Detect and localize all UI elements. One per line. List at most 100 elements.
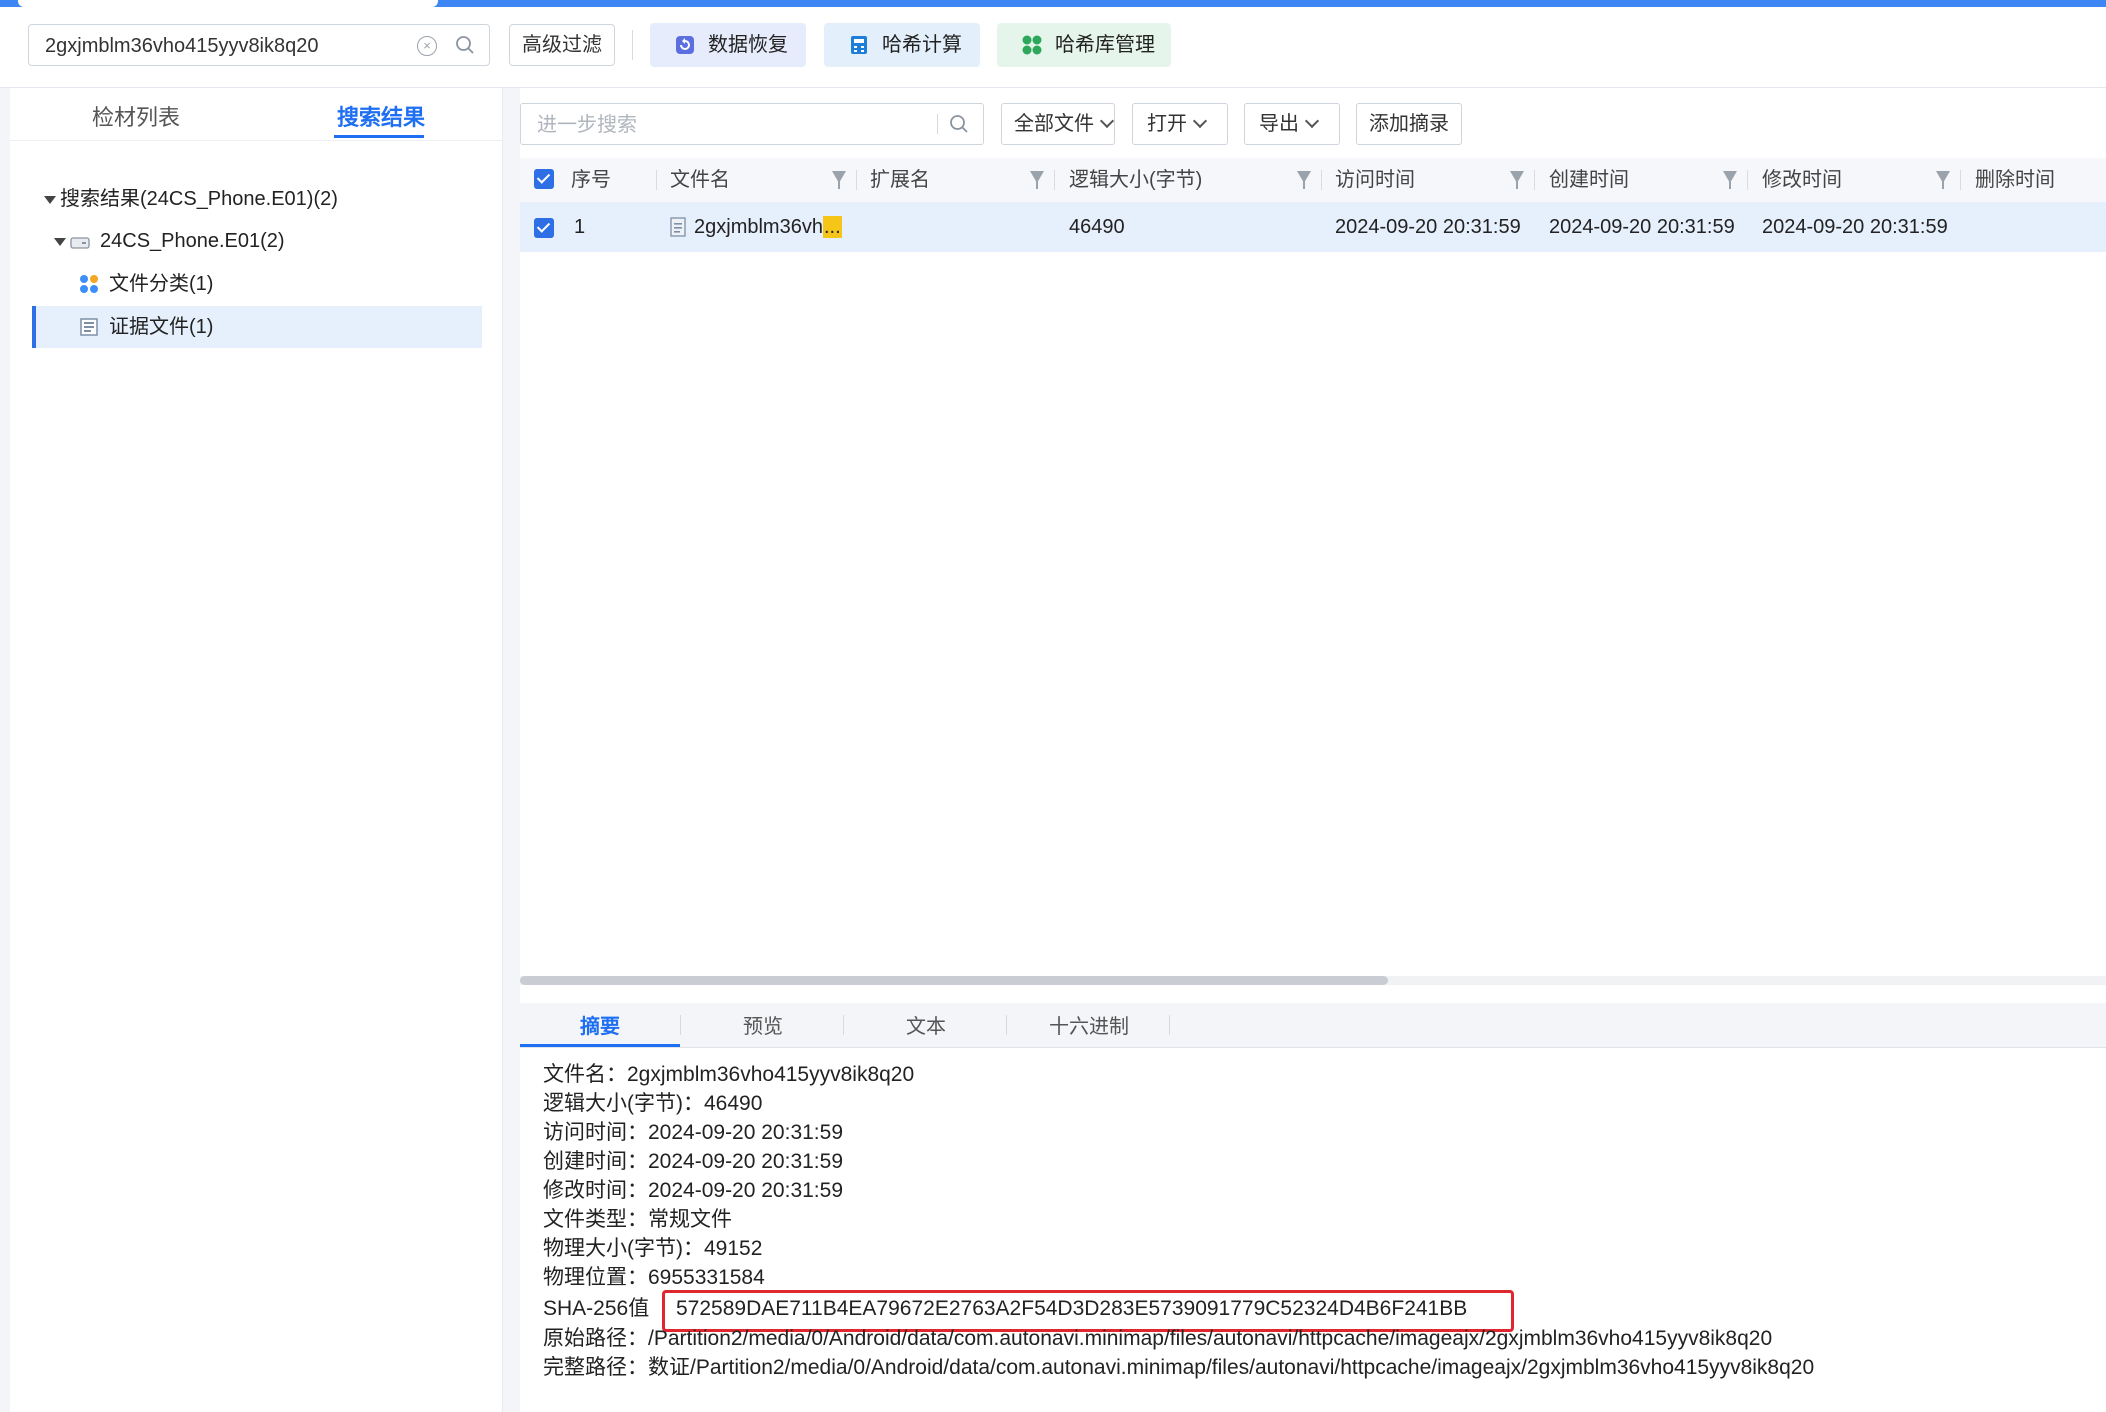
tree-selection-bar: [32, 306, 36, 348]
expand-caret-icon[interactable]: [44, 196, 56, 204]
search-icon[interactable]: [949, 114, 969, 134]
tree-node-file-category[interactable]: 文件分类(1): [109, 268, 213, 300]
hash-library-label: 哈希库管理: [1055, 34, 1155, 56]
open-menu-button[interactable]: 打开: [1132, 103, 1228, 145]
clear-icon[interactable]: ×: [417, 36, 437, 56]
tab-text[interactable]: 文本: [846, 1003, 1006, 1047]
left-tab-divider: [10, 140, 502, 141]
tree-selected-row: [32, 306, 482, 348]
data-recovery-icon: [676, 36, 694, 54]
column-header-create-time[interactable]: 创建时间: [1549, 158, 1629, 202]
tab-divider: [680, 1015, 681, 1035]
summary-logical-size: 逻辑大小(字节)：46490: [543, 1092, 763, 1115]
clover-icon: [1022, 35, 1042, 55]
cell-logical-size: 46490: [1069, 216, 1125, 238]
summary-full-path: 完整路径：数证/Partition2/media/0/Android/data/…: [543, 1356, 1815, 1379]
cell-access-time: 2024-09-20 20:31:59: [1335, 216, 1521, 238]
tab-evidence-list[interactable]: 检材列表: [92, 100, 180, 132]
calculator-icon: [851, 36, 867, 54]
refine-search-placeholder: 进一步搜索: [537, 114, 637, 136]
filter-icon[interactable]: [1030, 171, 1044, 189]
summary-sha256-label: SHA-256值: [543, 1297, 650, 1320]
column-divider[interactable]: [1747, 170, 1748, 190]
table-header: [520, 158, 2106, 203]
column-divider[interactable]: [1960, 170, 1961, 190]
hash-library-button[interactable]: 哈希库管理: [997, 23, 1171, 67]
advanced-filter-button[interactable]: 高级过滤: [509, 24, 615, 66]
tab-divider: [1169, 1015, 1170, 1035]
column-header-delete-time[interactable]: 删除时间: [1975, 158, 2055, 202]
summary-access-time: 访问时间：2024-09-20 20:31:59: [543, 1121, 843, 1144]
column-header-index[interactable]: 序号: [571, 158, 611, 202]
keyword-search-input[interactable]: 2gxjmblm36vho415yyv8ik8q20 ×: [28, 24, 490, 66]
left-gutter: [0, 88, 10, 1412]
filename-truncation-marker: ...: [822, 216, 842, 238]
data-recovery-button[interactable]: 数据恢复: [650, 23, 806, 67]
chevron-down-icon: [1304, 113, 1320, 129]
column-header-access-time[interactable]: 访问时间: [1335, 158, 1415, 202]
column-header-filename[interactable]: 文件名: [670, 158, 730, 202]
summary-filename: 文件名：2gxjmblm36vho415yyv8ik8q20: [543, 1063, 915, 1086]
hash-compute-label: 哈希计算: [882, 34, 962, 56]
toolbar-divider: [632, 30, 633, 60]
window-accent-notch: [18, 0, 438, 7]
open-label: 打开: [1147, 113, 1187, 135]
column-divider[interactable]: [1054, 170, 1055, 190]
file-scope-select[interactable]: 全部文件: [1001, 103, 1115, 145]
summary-modify-time: 修改时间：2024-09-20 20:31:59: [543, 1179, 843, 1202]
category-icon: [80, 275, 98, 293]
expand-caret-icon[interactable]: [54, 238, 66, 246]
detail-tab-divider: [520, 1047, 2106, 1048]
drive-icon: [70, 237, 90, 249]
filter-icon[interactable]: [1936, 171, 1950, 189]
chevron-down-icon: [1192, 113, 1208, 129]
filter-icon[interactable]: [1297, 171, 1311, 189]
column-header-logical-size[interactable]: 逻辑大小(字节): [1069, 158, 1202, 202]
active-tab-indicator: [334, 135, 424, 138]
tab-summary[interactable]: 摘要: [520, 1003, 680, 1047]
cell-create-time: 2024-09-20 20:31:59: [1549, 216, 1735, 238]
filter-icon[interactable]: [1510, 171, 1524, 189]
column-header-extension[interactable]: 扩展名: [870, 158, 930, 202]
column-header-modify-time[interactable]: 修改时间: [1762, 158, 1842, 202]
tree-node-search-results[interactable]: 搜索结果(24CS_Phone.E01)(2): [60, 183, 338, 215]
cell-index: 1: [574, 216, 586, 238]
cell-modify-time: 2024-09-20 20:31:59: [1762, 216, 1948, 238]
column-divider[interactable]: [856, 170, 857, 190]
export-menu-button[interactable]: 导出: [1244, 103, 1340, 145]
tree-node-image-file[interactable]: 24CS_Phone.E01(2): [100, 225, 285, 257]
add-summary-button[interactable]: 添加摘录: [1356, 103, 1462, 145]
right-panel: [520, 88, 2106, 1412]
evidence-file-icon: [80, 318, 98, 336]
data-recovery-label: 数据恢复: [708, 34, 788, 56]
refine-search-input[interactable]: 进一步搜索: [520, 103, 984, 145]
column-divider[interactable]: [1321, 170, 1322, 190]
search-input-value[interactable]: 2gxjmblm36vho415yyv8ik8q20: [45, 25, 319, 67]
tab-hex[interactable]: 十六进制: [1009, 1003, 1169, 1047]
cell-filename-text: 2gxjmblm36vh: [694, 216, 823, 238]
tree-node-evidence-files[interactable]: 证据文件(1): [109, 311, 213, 343]
column-divider[interactable]: [1534, 170, 1535, 190]
tab-divider: [843, 1015, 844, 1035]
tab-preview[interactable]: 预览: [683, 1003, 843, 1047]
row-checkbox[interactable]: [534, 218, 554, 238]
summary-physical-location: 物理位置：6955331584: [543, 1266, 765, 1289]
column-divider[interactable]: [656, 170, 657, 190]
filter-icon[interactable]: [832, 171, 846, 189]
summary-physical-size: 物理大小(字节)：49152: [543, 1237, 763, 1260]
search-divider: [937, 114, 938, 134]
filter-icon[interactable]: [1723, 171, 1737, 189]
select-all-checkbox[interactable]: [534, 169, 554, 189]
hash-compute-button[interactable]: 哈希计算: [824, 23, 980, 67]
tab-divider: [1006, 1015, 1007, 1035]
summary-file-type: 文件类型：常规文件: [543, 1208, 732, 1231]
summary-original-path: 原始路径：/Partition2/media/0/Android/data/co…: [543, 1327, 1773, 1350]
cell-filename: 2gxjmblm36vh...: [694, 202, 842, 252]
document-icon: [670, 217, 686, 237]
horizontal-scrollbar-thumb[interactable]: [520, 976, 1388, 985]
search-icon[interactable]: [455, 35, 475, 55]
chevron-down-icon: [1099, 113, 1115, 129]
file-scope-value: 全部文件: [1014, 113, 1094, 135]
summary-create-time: 创建时间：2024-09-20 20:31:59: [543, 1150, 843, 1173]
tab-search-results[interactable]: 搜索结果: [337, 100, 425, 132]
